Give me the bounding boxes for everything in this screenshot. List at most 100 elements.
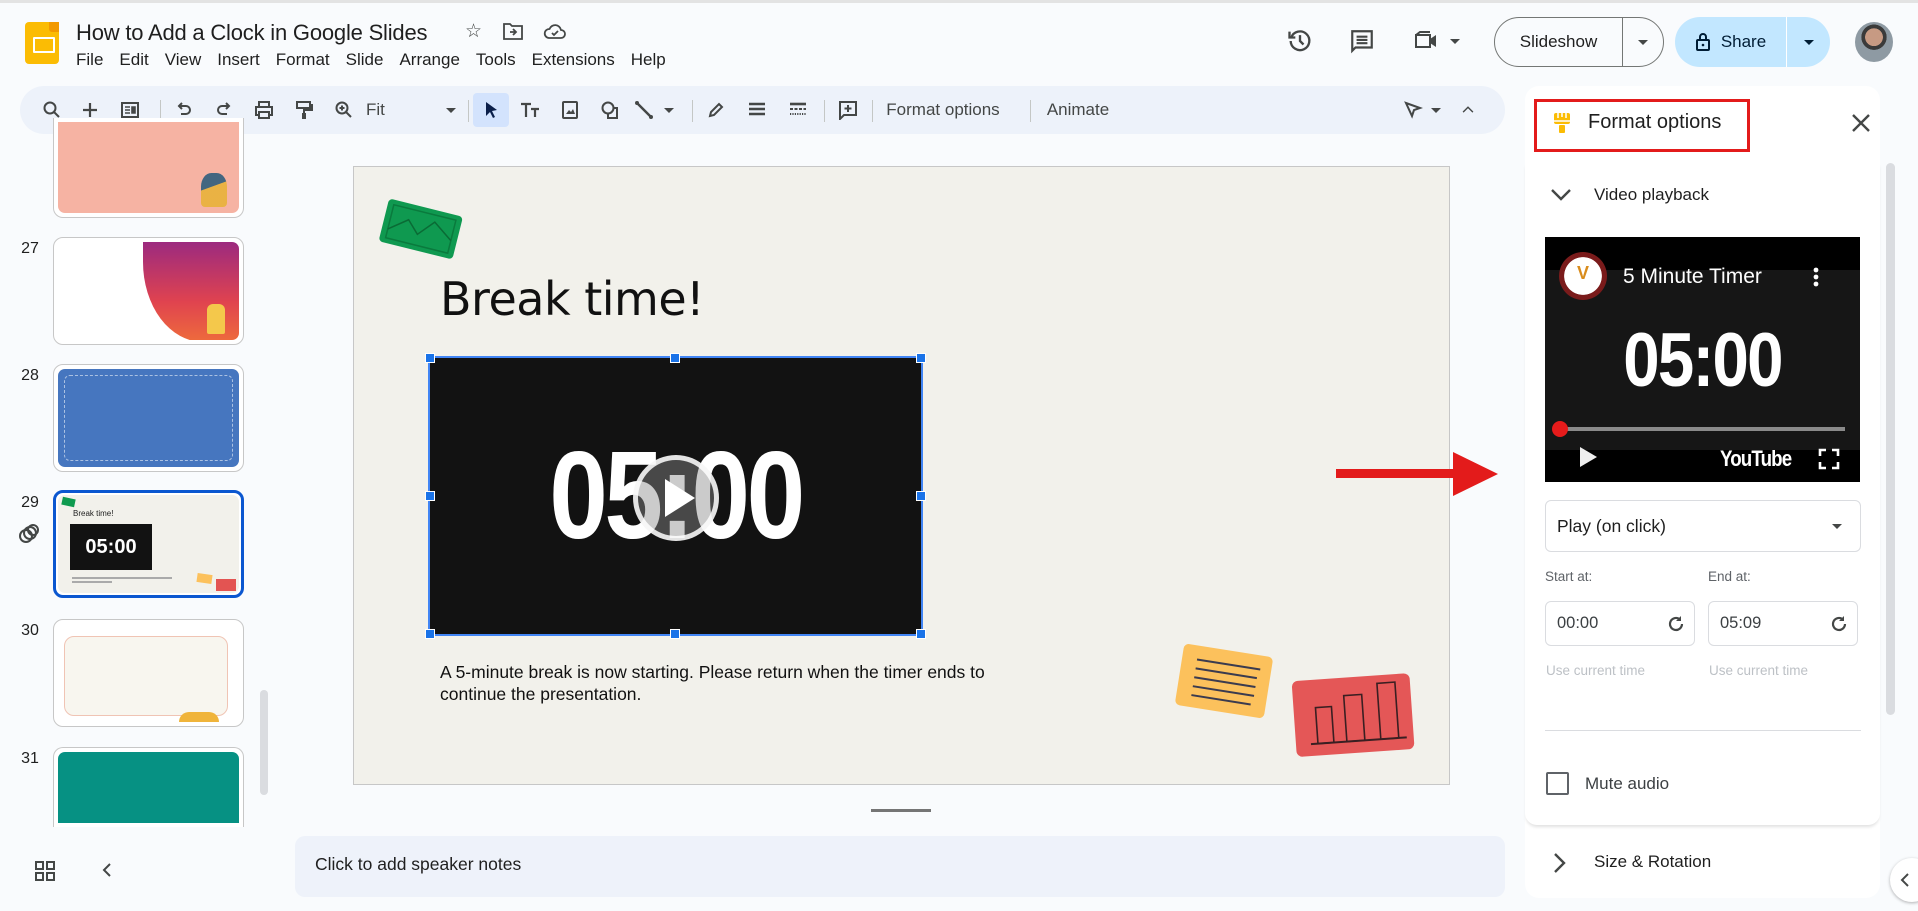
slide-canvas[interactable]: Break time! 05:00 A 5-minute break is no… — [353, 166, 1450, 785]
start-use-current-time-link[interactable]: Use current time — [1546, 663, 1645, 678]
text-box-button[interactable] — [514, 86, 546, 134]
video-preview[interactable]: 5 Minute Timer 05:00 YouTube — [1545, 237, 1860, 482]
slide-thumbnail[interactable] — [53, 237, 244, 345]
notes-resize-handle[interactable] — [871, 809, 931, 812]
slide-thumbnail[interactable] — [53, 364, 244, 472]
shape-button[interactable] — [594, 86, 626, 134]
resize-handle[interactable] — [916, 491, 926, 501]
channel-avatar[interactable] — [1559, 252, 1607, 300]
paint-format-button[interactable] — [288, 86, 320, 134]
refresh-icon[interactable] — [1666, 614, 1686, 634]
account-avatar[interactable] — [1855, 22, 1893, 62]
lock-icon — [1695, 33, 1710, 51]
share-button[interactable]: Share — [1675, 17, 1787, 67]
menu-arrange[interactable]: Arrange — [399, 50, 467, 70]
menu-format[interactable]: Format — [276, 50, 338, 70]
video-object[interactable]: 05:00 — [428, 356, 923, 636]
grid-view-button[interactable] — [34, 860, 56, 882]
border-color-button[interactable] — [700, 86, 732, 134]
resize-handle[interactable] — [916, 629, 926, 639]
hide-filmstrip-button[interactable] — [95, 858, 119, 882]
youtube-logo[interactable]: YouTube — [1720, 446, 1792, 472]
more-options-icon[interactable] — [1813, 267, 1819, 287]
close-panel-button[interactable] — [1848, 110, 1874, 136]
search-icon — [43, 101, 60, 118]
menu-extensions[interactable]: Extensions — [532, 50, 623, 70]
section-expanded-chevron-icon[interactable] — [1549, 186, 1573, 207]
section-video-playback[interactable]: Video playback — [1594, 185, 1709, 205]
comments-icon[interactable] — [1347, 26, 1377, 56]
mute-audio-checkbox[interactable] — [1546, 772, 1569, 795]
cloud-saved-icon[interactable] — [543, 22, 567, 46]
panel-title: Format options — [1588, 111, 1722, 133]
print-button[interactable] — [248, 86, 280, 134]
format-options-button[interactable]: Format options — [882, 86, 1004, 134]
end-use-current-time-link[interactable]: Use current time — [1709, 663, 1808, 678]
share-options-button[interactable] — [1787, 39, 1830, 45]
resize-handle[interactable] — [670, 629, 680, 639]
move-folder-icon[interactable] — [503, 22, 523, 46]
slides-logo-icon[interactable] — [25, 22, 59, 64]
slide-thumbnail[interactable] — [53, 747, 244, 827]
select-tool-button[interactable] — [473, 93, 509, 127]
resize-handle[interactable] — [670, 353, 680, 363]
version-history-icon[interactable] — [1285, 26, 1315, 56]
slide-thumbnail[interactable] — [53, 118, 244, 218]
slide-thumbnail[interactable] — [53, 619, 244, 727]
border-weight-button[interactable] — [741, 86, 773, 134]
toolbar-divider — [872, 100, 873, 122]
resize-handle[interactable] — [425, 353, 435, 363]
video-progress-scrubber[interactable] — [1552, 421, 1568, 437]
border-dash-button[interactable] — [782, 86, 814, 134]
slide-body-text[interactable]: A 5-minute break is now starting. Please… — [440, 661, 1040, 705]
playback-mode-value: Play (on click) — [1557, 516, 1666, 536]
panel-divider — [1545, 730, 1861, 731]
add-comment-button[interactable] — [832, 86, 864, 134]
resize-handle[interactable] — [425, 629, 435, 639]
refresh-icon[interactable] — [1829, 614, 1849, 634]
menu-help[interactable]: Help — [631, 50, 674, 70]
plus-icon — [83, 103, 97, 117]
filmstrip-scrollbar[interactable] — [260, 690, 268, 795]
menu-view[interactable]: View — [165, 50, 210, 70]
slide-thumbnail-selected[interactable]: Break time! 05:00 — [53, 490, 244, 598]
video-play-button[interactable] — [633, 455, 719, 541]
insert-image-button[interactable] — [554, 86, 586, 134]
star-icon[interactable]: ☆ — [465, 20, 482, 43]
speaker-notes[interactable]: Click to add speaker notes — [295, 836, 1505, 897]
playback-mode-select[interactable]: Play (on click) — [1545, 500, 1861, 552]
menu-edit[interactable]: Edit — [119, 50, 156, 70]
resize-handle[interactable] — [916, 353, 926, 363]
zoom-button[interactable] — [328, 86, 360, 134]
pointer-mode-button[interactable] — [1403, 86, 1453, 134]
fullscreen-icon[interactable] — [1818, 448, 1840, 470]
zoom-select[interactable]: Fit — [366, 86, 456, 134]
panel-scrollbar[interactable] — [1886, 163, 1895, 715]
document-title[interactable]: How to Add a Clock in Google Slides — [76, 20, 428, 46]
line-button[interactable] — [634, 86, 686, 134]
video-title[interactable]: 5 Minute Timer — [1623, 265, 1762, 289]
animate-button[interactable]: Animate — [1038, 86, 1118, 134]
menu-file[interactable]: File — [76, 50, 111, 70]
slideshow-button[interactable]: Slideshow — [1495, 18, 1623, 66]
chevron-down-icon — [664, 107, 674, 113]
meet-button[interactable] — [1412, 26, 1462, 56]
thumb-timer: 05:00 — [70, 524, 152, 570]
section-collapsed-chevron-icon[interactable] — [1551, 851, 1567, 880]
slideshow-button-group: Slideshow — [1494, 17, 1664, 67]
video-progress-bar[interactable] — [1560, 427, 1845, 431]
show-side-panel-button[interactable] — [1890, 858, 1918, 902]
mute-audio-label[interactable]: Mute audio — [1585, 774, 1669, 794]
menu-slide[interactable]: Slide — [346, 50, 392, 70]
end-time-input[interactable]: 05:09 — [1708, 601, 1858, 646]
play-icon[interactable] — [1580, 447, 1597, 467]
menu-insert[interactable]: Insert — [217, 50, 268, 70]
slideshow-options-button[interactable] — [1623, 39, 1663, 45]
start-time-input[interactable]: 00:00 — [1545, 601, 1695, 646]
resize-handle[interactable] — [425, 491, 435, 501]
collapse-toolbar-button[interactable] — [1456, 86, 1480, 134]
slide-title[interactable]: Break time! — [440, 272, 705, 326]
chevron-down-icon — [1832, 524, 1842, 529]
menu-tools[interactable]: Tools — [476, 50, 524, 70]
section-size-rotation[interactable]: Size & Rotation — [1594, 852, 1711, 872]
